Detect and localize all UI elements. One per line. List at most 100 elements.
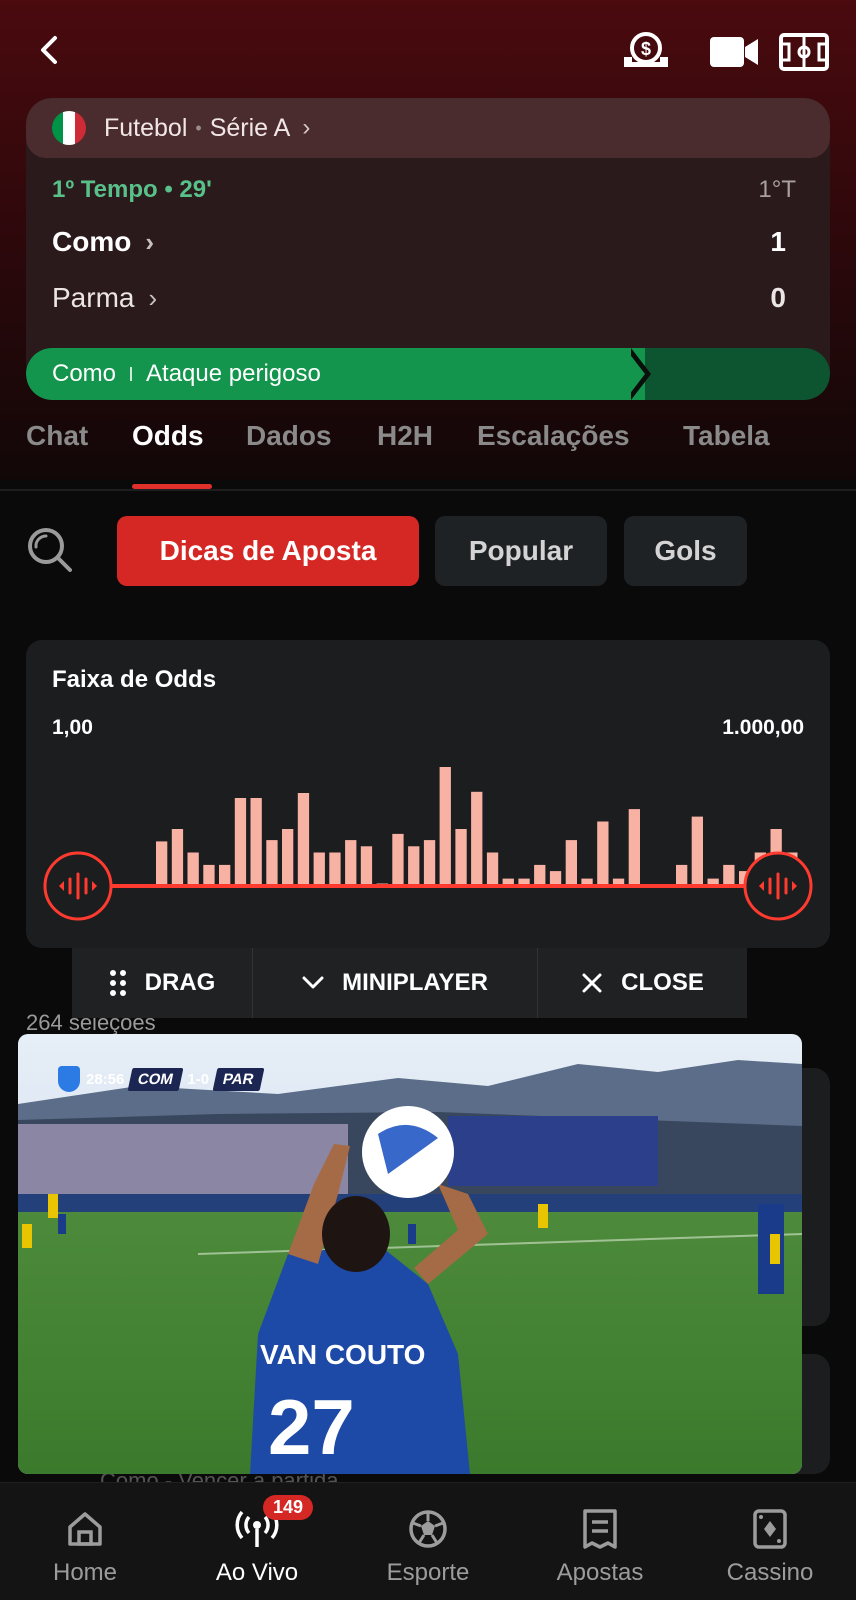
odds-bar [313,852,325,886]
pitch-field-icon [779,33,829,71]
nav-live[interactable]: 149 Ao Vivo [177,1483,337,1600]
back-button[interactable] [28,28,72,72]
odds-bar [723,864,735,886]
nav-home-label: Home [52,1559,118,1586]
drag-dots-icon [109,969,127,997]
chevron-down-icon [302,976,324,990]
nav-sport-label: Esporte [386,1559,470,1586]
svg-text:$: $ [641,39,651,59]
odds-bar [676,864,688,886]
range-max-handle[interactable] [743,851,813,921]
italy-flag-icon [52,111,86,145]
odds-bar [691,816,703,886]
odds-bar [156,841,168,886]
tab-odds[interactable]: Odds [132,420,204,452]
chip-betting-tips[interactable]: Dicas de Aposta [117,516,419,586]
video-player[interactable]: VAN COUTO 27 28:56 COM 1-0 PAR [18,1034,802,1474]
chevron-left-icon [41,36,57,64]
odds-bar [282,829,294,886]
nav-home[interactable]: Home [5,1483,165,1600]
odds-bar [329,852,341,886]
pitch-view-button[interactable] [778,30,830,74]
odds-bar [171,829,184,886]
tab-dados[interactable]: Dados [246,420,332,452]
cash-out-button[interactable]: $ [618,28,674,74]
match-video-frame: VAN COUTO 27 [18,1034,802,1474]
drag-handle[interactable]: DRAG [72,948,252,1018]
live-event-bar: Como Ataque perigoso [26,348,830,400]
away-score: 0 [770,282,786,313]
tab-h2h[interactable]: H2H [377,420,433,452]
video-button[interactable] [706,30,762,74]
odds-histogram[interactable] [26,750,830,940]
search-button[interactable] [26,526,74,574]
sport-label: Futebol [104,113,188,142]
away-team-name: Parma [52,282,135,313]
nav-casino-label: Cassino [726,1559,814,1586]
match-tabs: Chat Odds Dados H2H Escalações Tabela [0,420,856,490]
tab-escalacoes[interactable]: Escalações [477,420,630,452]
league-breadcrumb[interactable]: Futebol • Série A › [26,98,830,158]
video-camera-icon [710,37,758,67]
away-team[interactable]: Parma › [52,282,157,314]
scorebug-score: 1-0 [187,1070,210,1088]
miniplayer-button[interactable]: MINIPLAYER [252,948,538,1018]
nav-live-label: Ao Vivo [215,1559,299,1586]
league-label: Série A [209,113,291,142]
close-label: CLOSE [621,969,704,996]
scorebug-away: PAR [212,1067,265,1091]
odds-bar [250,798,262,886]
search-icon [28,528,72,572]
home-team-name: Como [52,226,132,257]
event-separator [130,367,133,381]
nav-casino[interactable]: Cassino [690,1483,850,1600]
tab-tabela[interactable]: Tabela [683,420,770,452]
home-score: 1 [770,226,786,257]
chip-goals[interactable]: Gols [624,516,747,586]
nav-bets[interactable]: Apostas [520,1483,680,1600]
cash-out-icon: $ [624,32,668,67]
close-button[interactable]: CLOSE [538,948,747,1018]
playing-card-icon [753,1509,787,1549]
match-period: 1º Tempo • 29' [52,176,212,203]
odds-bar [455,829,467,886]
miniplayer-label: MINIPLAYER [342,969,488,996]
period-short: 1°T [758,176,796,203]
home-team[interactable]: Como › [52,226,154,258]
soccer-ball-icon [409,1510,447,1548]
odds-bar [234,798,247,886]
close-icon [581,972,603,994]
odds-bar [203,864,215,886]
miniplayer-controls: DRAG MINIPLAYER CLOSE [72,948,747,1018]
jersey-name: VAN COUTO [260,1339,425,1370]
odds-bar [471,791,483,886]
odds-bar [345,840,357,886]
nav-sport[interactable]: Esporte [348,1483,508,1600]
match-card: Futebol • Série A › 1º Tempo • 29' 1°T C… [26,98,830,400]
drag-label: DRAG [144,969,216,996]
range-min-handle[interactable] [43,851,113,921]
betslip-icon [583,1509,617,1549]
scorebug: 28:56 COM 1-0 PAR [58,1066,265,1092]
chevron-right-icon: › [145,226,154,257]
tab-chat[interactable]: Chat [26,420,88,452]
odds-max-label: 1.000,00 [722,716,804,739]
odds-bar [597,821,609,886]
odds-bar [392,833,404,886]
odds-bar [360,846,373,886]
bottom-navigation: Home 149 Ao Vivo Esporte Apostas Cassino [0,1482,856,1600]
separator-dot: • [195,117,202,138]
jersey-number: 27 [268,1383,355,1471]
odds-bar [628,809,640,886]
tabs-divider [0,489,856,491]
odds-bar [408,846,420,886]
odds-bar [297,793,310,886]
event-team: Como [52,360,117,387]
chip-popular[interactable]: Popular [435,516,607,586]
scorebug-time: 28:56 [86,1070,125,1088]
odds-bar [219,864,231,886]
odds-bar [423,840,436,886]
league-logo-icon [58,1066,80,1092]
odds-min-label: 1,00 [52,716,93,739]
odds-bar [266,840,278,886]
